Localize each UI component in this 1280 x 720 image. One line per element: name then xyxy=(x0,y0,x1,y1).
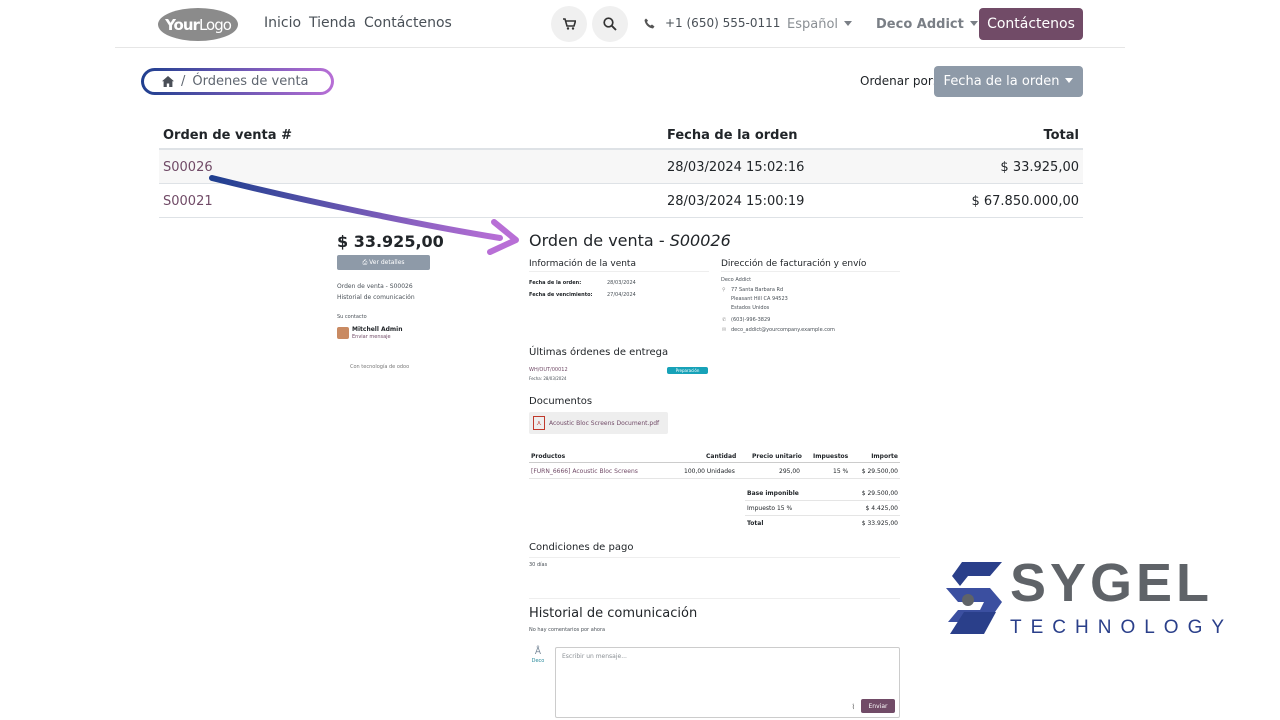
sidebar-total: $ 33.925,00 xyxy=(337,232,444,251)
envelope-icon: ✉ xyxy=(722,327,727,333)
sidebar-link-history[interactable]: Historial de comunicación xyxy=(337,294,415,301)
printer-icon: ⎙ xyxy=(362,258,370,266)
pdf-file-icon: ⋏ xyxy=(533,416,545,430)
order-date: 28/03/2024 15:02:16 xyxy=(667,160,805,175)
brand-name: SYGEL xyxy=(1010,553,1214,613)
order-total: $ 67.850.000,00 xyxy=(971,194,1079,209)
pdf-file-name: Acoustic Bloc Screens Document.pdf xyxy=(549,419,660,427)
deliveries-heading: Últimas órdenes de entrega xyxy=(529,347,669,358)
payment-terms-value: 30 días xyxy=(529,562,548,568)
nav-link-contactenos[interactable]: Contáctenos xyxy=(364,15,452,31)
column-header: Orden de venta # xyxy=(163,128,292,143)
total-row: Total $ 33.925,00 xyxy=(747,520,898,527)
orders-table: Orden de venta # Fecha de la orden Total… xyxy=(159,120,1083,218)
contact-us-button[interactable]: Contáctenos xyxy=(979,8,1083,40)
search-button[interactable] xyxy=(592,6,628,42)
address-name: Deco Addict xyxy=(721,277,752,283)
paperclip-icon[interactable]: ⌇ xyxy=(852,703,855,711)
delivery-date: Fecha: 28/03/2024 xyxy=(529,376,567,381)
send-button[interactable]: Enviar xyxy=(861,699,895,713)
table-row[interactable]: S00021 28/03/2024 15:00:19 $ 67.850.000,… xyxy=(159,184,1083,218)
table-row[interactable]: S00026 28/03/2024 15:02:16 $ 33.925,00 xyxy=(159,150,1083,184)
language-dropdown[interactable]: Español xyxy=(787,17,853,32)
powered-by: Con tecnología de odoo xyxy=(350,364,410,370)
message-placeholder: Escribir un mensaje... xyxy=(562,653,627,660)
address-line: Estados Unidos xyxy=(731,305,770,311)
top-navbar: Your Logo Inicio Tienda Contáctenos +1 (6… xyxy=(115,0,1125,48)
nav-link-tienda[interactable]: Tienda xyxy=(309,15,356,31)
order-date: 28/03/2024 15:00:19 xyxy=(667,194,805,209)
address-email: deco_addict@yourcompany.example.com xyxy=(731,327,835,333)
view-details-button[interactable]: ⎙ Ver detalles xyxy=(337,255,430,270)
contact-name: Mitchell Admin xyxy=(352,326,403,333)
divider xyxy=(529,598,900,599)
phone-icon: ✆ xyxy=(722,317,727,323)
status-badge: Preparación xyxy=(667,367,708,374)
sort-label: Ordenar por: xyxy=(860,74,937,88)
product-link[interactable]: [FURN_6666] Acoustic Bloc Screens xyxy=(531,468,638,475)
payment-terms-heading: Condiciones de pago xyxy=(529,542,634,553)
chevron-down-icon xyxy=(1065,78,1074,83)
table-row: [FURN_6666] Acoustic Bloc Screens 100,00… xyxy=(529,464,900,479)
address-line: 77 Santa Barbara Rd xyxy=(731,287,784,293)
nav-link-inicio[interactable]: Inicio xyxy=(264,15,301,31)
subtotal-row: Base imponible $ 29.500,00 xyxy=(745,486,900,501)
phone-number: +1 (650) 555-0111 xyxy=(665,16,781,30)
document-title: Orden de venta - S00026 xyxy=(529,231,731,250)
column-header: Fecha de la orden xyxy=(667,128,798,143)
site-logo[interactable]: Your Logo xyxy=(158,8,238,41)
sort-dropdown[interactable]: Fecha de la orden xyxy=(934,66,1083,97)
send-message-link[interactable]: Enviar mensaje xyxy=(352,334,391,340)
table-header: Orden de venta # Fecha de la orden Total xyxy=(159,120,1083,150)
pdf-attachment[interactable]: ⋏ Acoustic Bloc Screens Document.pdf xyxy=(529,412,668,434)
due-date-label: Fecha de vencimiento: xyxy=(529,292,593,298)
contact-label: Su contacto xyxy=(337,314,367,320)
phone-contact[interactable]: +1 (650) 555-0111 xyxy=(644,16,780,30)
order-date-label: Fecha de la orden: xyxy=(529,280,582,286)
address-line: Pleasant Hill CA 94523 xyxy=(731,296,788,302)
column-header: Total xyxy=(1043,128,1079,143)
message-input[interactable]: Escribir un mensaje... ⌇ Enviar xyxy=(555,647,900,718)
brand-subtitle: TECHNOLOGY xyxy=(1010,617,1234,638)
tax-row: Impuesto 15 % $ 4.425,00 xyxy=(745,501,900,516)
address-heading: Dirección de facturación y envío xyxy=(721,259,900,272)
chevron-down-icon xyxy=(969,21,978,26)
search-icon xyxy=(603,17,617,31)
history-empty-text: No hay comentarios por ahora xyxy=(529,627,606,633)
address-phone: (603)-996-3829 xyxy=(731,317,771,323)
due-date-value: 27/04/2024 xyxy=(607,292,636,298)
phone-icon xyxy=(644,18,655,28)
order-ref-link[interactable]: S00021 xyxy=(163,194,213,209)
sygel-logo-icon xyxy=(946,562,1002,634)
delivery-ref-link[interactable]: WH/OUT/00012 xyxy=(529,367,568,373)
sidebar-link-order[interactable]: Orden de venta - S00026 xyxy=(337,283,413,290)
sale-info-heading: Información de la venta xyxy=(529,259,709,272)
products-table-header: Productos Cantidad Precio unitario Impue… xyxy=(529,449,900,463)
cart-button[interactable] xyxy=(551,6,587,42)
breadcrumb: / Órdenes de venta xyxy=(141,68,334,95)
cart-icon xyxy=(562,18,576,30)
order-total: $ 33.925,00 xyxy=(1000,160,1079,175)
documents-heading: Documentos xyxy=(529,396,593,407)
map-marker-icon: ⚲ xyxy=(722,287,726,293)
chevron-down-icon xyxy=(844,21,853,26)
divider xyxy=(529,557,900,558)
home-icon[interactable] xyxy=(162,76,174,87)
company-avatar-icon: Å Deco xyxy=(531,647,545,665)
order-ref-link[interactable]: S00026 xyxy=(163,160,213,175)
history-heading: Historial de comunicación xyxy=(529,606,698,621)
order-date-value: 28/03/2024 xyxy=(607,280,636,286)
user-dropdown[interactable]: Deco Addict xyxy=(876,17,978,32)
breadcrumb-current: Órdenes de venta xyxy=(192,74,309,89)
avatar xyxy=(337,327,349,339)
